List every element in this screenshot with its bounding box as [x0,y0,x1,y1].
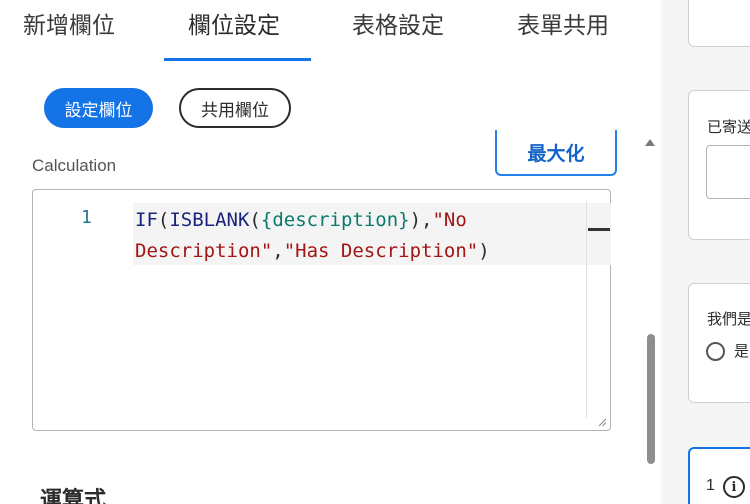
code-function-if: IF [135,209,158,231]
expression-section-title: 運算式 [40,488,107,504]
code-text[interactable]: IF(ISBLANK({description}),"No Descriptio… [135,205,587,267]
tab-table-settings[interactable]: 表格設定 [352,6,444,40]
code-string: "Has Description" [283,240,479,262]
shared-field-button[interactable]: 共用欄位 [179,88,291,128]
code-string: "No [432,209,467,231]
preview-text-input[interactable] [706,145,750,199]
info-icon[interactable]: i [723,476,745,498]
calculation-label: Calculation [32,156,117,175]
preview-card [688,0,750,47]
code-string: Description" [135,240,273,262]
radio-button[interactable] [706,342,725,361]
form-preview-panel: 已寄送 我們是 是 1 i [661,0,750,504]
code-punctuation: ) [478,240,490,262]
preview-card: 已寄送 [688,90,750,240]
line-number: 1 [81,207,92,228]
code-function-isblank: ISBLANK [169,209,250,231]
tab-form-sharing[interactable]: 表單共用 [517,6,609,40]
preview-field-label: 已寄送 [707,118,750,136]
code-field-reference: {description} [260,209,410,231]
preview-card-selected[interactable]: 1 i [688,447,750,504]
code-punctuation: ( [249,209,261,231]
active-tab-indicator [164,58,311,61]
preview-field-label: 我們是 [707,310,750,328]
resize-grip-icon[interactable] [598,418,607,427]
tab-add-field[interactable]: 新增欄位 [23,6,115,40]
minimap-divider [586,200,587,418]
code-punctuation: ), [409,209,433,231]
code-punctuation: ( [157,209,170,231]
maximize-button[interactable]: 最大化 [495,130,617,176]
field-number: 1 [706,477,715,494]
tab-bar: 新增欄位 欄位設定 表格設定 表單共用 [0,0,660,62]
scrollbar-thumb[interactable] [647,334,655,464]
code-punctuation: , [272,240,284,262]
radio-label: 是 [734,342,750,360]
scroll-up-arrow-icon[interactable] [645,139,655,146]
configure-field-button[interactable]: 設定欄位 [44,88,153,128]
formula-editor[interactable]: 1 IF(ISBLANK({description}),"No Descript… [32,189,611,431]
minimap-slider[interactable] [588,228,610,231]
tab-field-settings[interactable]: 欄位設定 [188,6,280,40]
preview-card: 我們是 是 [688,283,750,403]
